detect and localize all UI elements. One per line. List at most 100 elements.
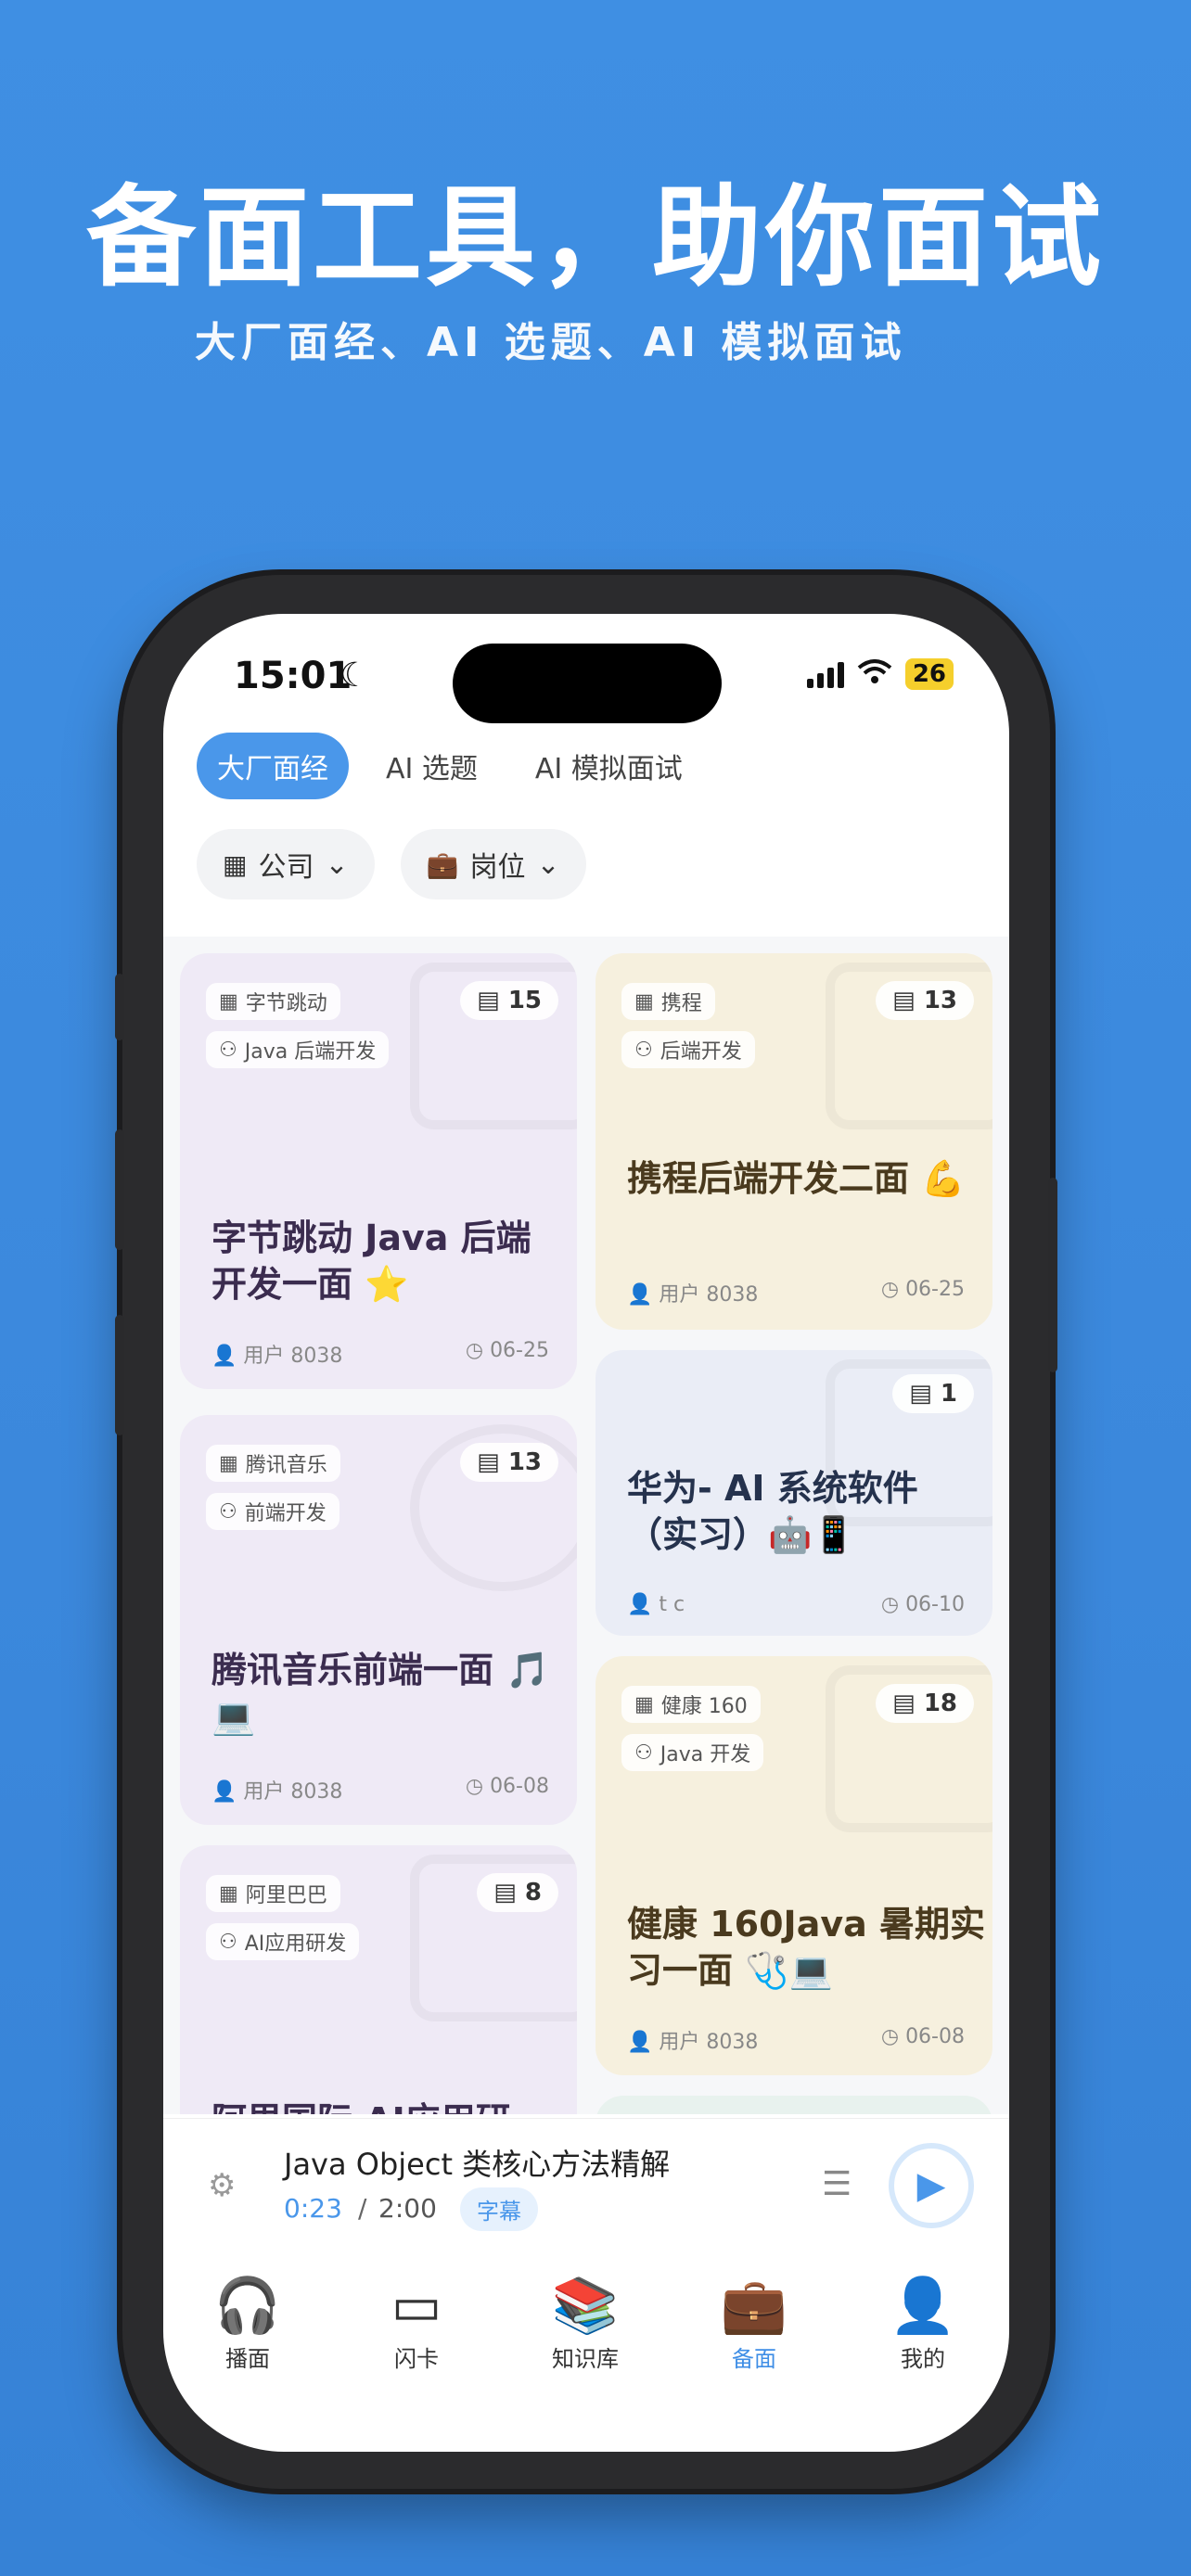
briefcase-icon: 💼 (720, 2274, 788, 2337)
interview-card[interactable]: ▤ 1 华为- AI 系统软件（实习）🤖📱 👤 t c ◷ 06-10 (596, 1350, 992, 1636)
role-tag: ⚇ 后端开发 (621, 1031, 755, 1068)
nav-item-listen[interactable]: 🎧 播面 (163, 2274, 332, 2373)
phone-silent-switch (115, 974, 124, 1040)
document-icon: ▤ (892, 987, 916, 1014)
status-bar: 15:01 ☾ 26 (163, 644, 1009, 723)
card-author: 👤 t c (627, 1593, 685, 1616)
chevron-down-icon: ⌄ (536, 848, 560, 881)
top-tabs: 大厂面经 AI 选题 AI 模拟面试 (197, 733, 703, 799)
audio-player[interactable]: ⚙ Java Object 类核心方法精解 0:23 / 2:00 字幕 ☰ ▶ (163, 2118, 1009, 2253)
card-date: ◷ 06-08 (465, 1775, 549, 1798)
player-current-time: 0:23 (284, 2193, 342, 2224)
card-title: 字节跳动 Java 后端开发一面 ⭐ (211, 1218, 531, 1305)
company-tag: ▦ 健康 160 (621, 1686, 761, 1723)
nav-item-knowledge[interactable]: 📚 知识库 (501, 2274, 670, 2373)
user-role-icon: ⚇ (634, 1038, 653, 1062)
person-icon: 👤 (889, 2274, 957, 2337)
building-icon: ▦ (634, 1692, 654, 1716)
hero-title: 备面工具，助你面试 (85, 173, 1105, 301)
position-filter[interactable]: 💼 岗位 ⌄ (400, 829, 586, 899)
battery-indicator: 26 (904, 658, 954, 690)
building-icon: ▦ (219, 989, 238, 1014)
player-time-separator: / (358, 2193, 367, 2224)
interview-card[interactable]: ▦ 携程 ⚇ 后端开发 ▤ 13 携程后端开发二面 💪 👤 用户 8038 ◷ 06… (596, 953, 992, 1330)
cards-icon: ▭ (391, 2274, 442, 2337)
nav-item-prepare[interactable]: 💼 备面 (670, 2274, 839, 2373)
filter-bar: ▦ 公司 ⌄ 💼 岗位 ⌄ (197, 829, 586, 899)
tab-interview-experience[interactable]: 大厂面经 (197, 733, 349, 799)
nav-label: 知识库 (552, 2346, 619, 2372)
card-title: 华为- AI 系统软件（实习）🤖📱 (627, 1468, 918, 1555)
phone-volume-up (115, 1129, 124, 1250)
tab-ai-mock-interview[interactable]: AI 模拟面试 (515, 733, 703, 799)
user-role-icon: ⚇ (219, 1930, 237, 1954)
question-count-badge: ▤ 1 (892, 1374, 974, 1413)
user-role-icon: ⚇ (219, 1038, 237, 1062)
document-icon: ▤ (909, 1380, 932, 1408)
chevron-down-icon: ⌄ (325, 848, 349, 881)
moon-icon: ☾ (339, 657, 370, 695)
user-role-icon: ⚇ (634, 1741, 653, 1765)
dynamic-island (453, 644, 722, 723)
status-time: 15:01 (234, 655, 352, 697)
role-tag: ⚇ 前端开发 (206, 1493, 339, 1530)
interview-card[interactable]: ▦ 健康 160 ⚇ Java 开发 ▤ 18 健康 160Java 暑期实习一面 … (596, 1656, 992, 2075)
company-tag: ▦ 携程 (621, 983, 715, 1020)
cellular-signal-icon (806, 660, 844, 688)
interview-card[interactable]: ▦ 腾讯音乐 ⚇ 前端开发 ▤ 13 腾讯音乐前端一面 🎵💻 👤 用户 8038 ◷… (180, 1415, 577, 1825)
settings-sliders-icon[interactable]: ⚙ (208, 2167, 236, 2204)
question-count-badge: ▤ 13 (460, 1443, 558, 1482)
company-tag: ▦ 阿里巴巴 (206, 1875, 340, 1912)
role-tag: ⚇ Java 后端开发 (206, 1031, 390, 1068)
nav-item-flashcards[interactable]: ▭ 闪卡 (332, 2274, 501, 2373)
phone-volume-down (115, 1315, 124, 1435)
books-icon: 📚 (551, 2274, 620, 2337)
building-icon: ▦ (219, 1451, 238, 1475)
document-icon: ▤ (477, 987, 500, 1014)
nav-label: 播面 (225, 2346, 270, 2372)
company-filter-label: 公司 (258, 851, 314, 884)
nav-label: 闪卡 (394, 2346, 439, 2372)
company-filter[interactable]: ▦ 公司 ⌄ (197, 829, 375, 899)
card-title: 携程后端开发二面 💪 (627, 1158, 966, 1199)
card-date: ◷ 06-25 (880, 1278, 965, 1301)
question-count-badge: ▤ 13 (876, 981, 974, 1020)
building-icon: ▦ (223, 848, 248, 880)
headphones-icon: 🎧 (213, 2274, 282, 2337)
card-author: 👤 用户 8038 (627, 2031, 759, 2054)
phone-power-button (1048, 1178, 1057, 1372)
hero-subtitle: 大厂面经、AI 选题、AI 模拟面试 (195, 319, 907, 366)
player-title: Java Object 类核心方法精解 (284, 2147, 671, 2182)
company-tag: ▦ 字节跳动 (206, 983, 340, 1020)
card-title: 阿里国际 AI应用研 (211, 2098, 573, 2114)
question-count-badge: ▤ 18 (876, 1684, 974, 1723)
building-icon: ▦ (219, 1881, 238, 1906)
playlist-icon[interactable]: ☰ (822, 2165, 852, 2203)
interview-card[interactable] (596, 2096, 992, 2114)
card-author: 👤 用户 8038 (211, 1345, 343, 1368)
nav-item-profile[interactable]: 👤 我的 (839, 2274, 1007, 2373)
position-filter-label: 岗位 (469, 851, 526, 884)
question-count-badge: ▤ 8 (477, 1873, 558, 1912)
building-icon: ▦ (634, 989, 654, 1014)
interview-feed[interactable]: ▦ 字节跳动 ⚇ Java 后端开发 ▤ 15 字节跳动 Java 后端开发一面 ⭐… (163, 937, 1009, 2114)
tab-ai-topics[interactable]: AI 选题 (365, 733, 498, 799)
interview-card[interactable]: ▦阿里巴巴 ⚇AI应用研发 ▤ 8 阿里国际 AI应用研 (180, 1845, 577, 2114)
card-author: 👤 用户 8038 (211, 1780, 343, 1804)
subtitle-toggle[interactable]: 字幕 (460, 2187, 538, 2231)
role-tag: ⚇ Java 开发 (621, 1734, 764, 1771)
document-icon: ▤ (477, 1448, 500, 1476)
interview-card[interactable]: ▦ 字节跳动 ⚇ Java 后端开发 ▤ 15 字节跳动 Java 后端开发一面 ⭐… (180, 953, 577, 1389)
role-tag: ⚇ AI应用研发 (206, 1923, 360, 1960)
question-count-badge: ▤ 15 (460, 981, 558, 1020)
play-button[interactable]: ▶ (889, 2143, 974, 2228)
card-date: ◷ 06-10 (880, 1593, 965, 1616)
document-icon: ▤ (892, 1690, 916, 1717)
card-author: 👤 用户 8038 (627, 1283, 759, 1307)
user-role-icon: ⚇ (219, 1499, 237, 1524)
card-date: ◷ 06-25 (465, 1339, 549, 1362)
wifi-icon (857, 657, 892, 692)
company-tag: ▦ 腾讯音乐 (206, 1445, 340, 1482)
document-icon: ▤ (493, 1879, 517, 1906)
player-total-time: 2:00 (378, 2193, 437, 2224)
